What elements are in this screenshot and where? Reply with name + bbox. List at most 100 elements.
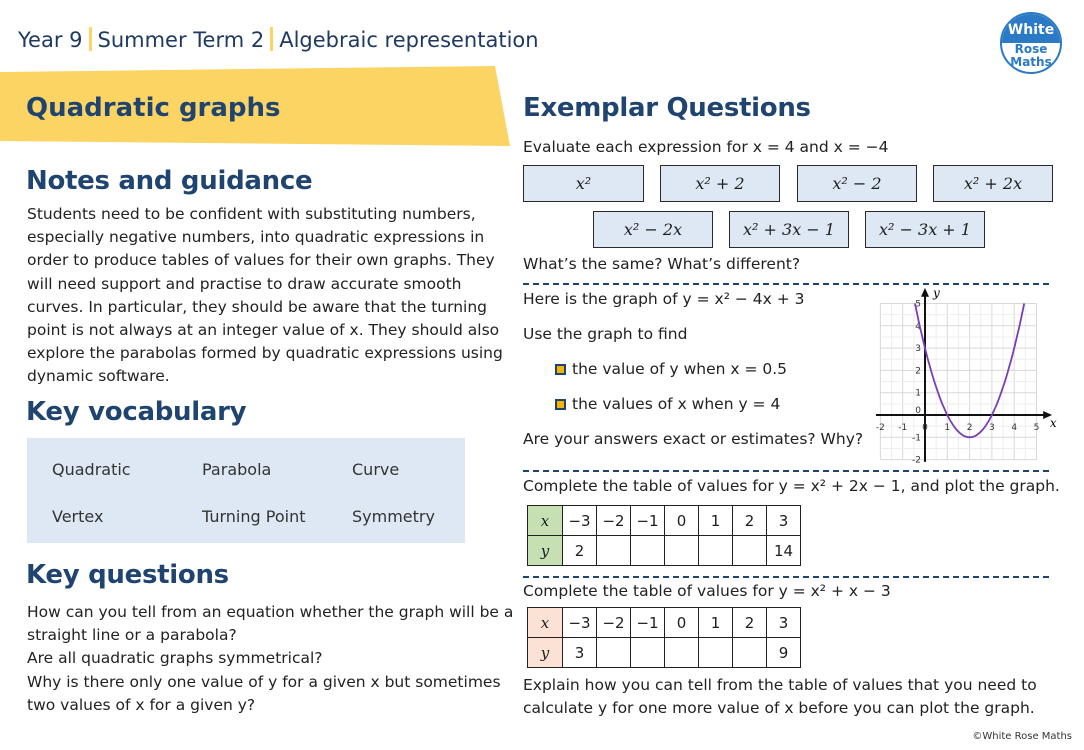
- questions-heading: Key questions: [26, 560, 229, 590]
- q2-bullet: the value of y when x = 0.5: [555, 360, 787, 378]
- origin-label: 0: [915, 406, 921, 416]
- divider: [88, 27, 92, 51]
- table-cell: 2: [562, 535, 597, 566]
- table-cell[interactable]: [596, 637, 631, 668]
- breadcrumb: Year 9 Summer Term 2 Algebraic representat…: [18, 27, 539, 52]
- table-row: y3 9: [527, 637, 801, 668]
- q4-explain: calculate y for one more value of x befo…: [523, 699, 1035, 717]
- table-row: x −3 −2 −1 0 1 2 3: [527, 505, 801, 536]
- questions-text: How can you tell from an equation whethe…: [27, 601, 513, 717]
- expression-box: x² − 3x + 1: [865, 211, 985, 248]
- table-cell[interactable]: [698, 637, 733, 668]
- table-cell: 9: [766, 637, 801, 668]
- table-cell: −2: [596, 505, 631, 536]
- table-cell: 1: [698, 505, 733, 536]
- divider: [270, 27, 274, 51]
- q2-prompt: Here is the graph of y = x² − 4x + 3: [523, 290, 805, 308]
- table-cell[interactable]: [664, 535, 699, 566]
- y-tick-label: -1: [912, 433, 921, 443]
- vocab-word: Quadratic: [52, 460, 131, 479]
- vocab-word: Vertex: [52, 507, 104, 526]
- table-cell[interactable]: [596, 535, 631, 566]
- x-tick-label: -2: [876, 423, 885, 433]
- q2-use: Use the graph to find: [523, 325, 688, 343]
- vocab-word: Turning Point: [202, 507, 306, 526]
- logo-text-bottom: Rose Maths: [1010, 42, 1052, 69]
- y-tick-label: -2: [912, 456, 921, 466]
- q4-prompt: Complete the table of values for y = x² …: [523, 582, 891, 600]
- x-tick-label: 0: [922, 423, 928, 433]
- row-header: y: [527, 637, 563, 668]
- term: Summer Term 2: [97, 28, 265, 52]
- q1-follow: What’s the same? What’s different?: [523, 255, 801, 273]
- text-line: explore the parabolas formed by quadrati…: [27, 344, 503, 363]
- text-line: How can you tell from an equation whethe…: [27, 603, 514, 621]
- table-cell: 2: [732, 505, 767, 536]
- expression-box: x²: [523, 165, 644, 202]
- text-line: point is not always at an integer value …: [27, 321, 500, 340]
- table-cell: 3: [562, 637, 597, 668]
- text-line: two values of x for a given y?: [27, 695, 256, 714]
- table-cell[interactable]: [630, 535, 665, 566]
- q1-prompt: Evaluate each expression for x = 4 and x…: [523, 138, 889, 156]
- row-header: y: [527, 535, 563, 566]
- y-axis-arrow: [921, 287, 929, 297]
- expression-box: x² − 2: [797, 165, 917, 202]
- text-line: Are all quadratic graphs symmetrical?: [27, 649, 323, 668]
- exemplar-heading: Exemplar Questions: [523, 93, 811, 123]
- table-cell: 3: [766, 607, 801, 638]
- x-tick-label: 1: [944, 423, 950, 433]
- text-line: especially negative numbers, into quadra…: [27, 228, 485, 247]
- expression-box: x² + 2x: [933, 165, 1053, 202]
- x-tick-label: 5: [1034, 423, 1040, 433]
- logo-text-top: White: [1002, 14, 1060, 43]
- table-cell: 3: [766, 505, 801, 536]
- values-table-1: x −3 −2 −1 0 1 2 3 y 2 14: [527, 505, 801, 566]
- values-table-2: x −3 −2 −1 0 1 2 3 y 3 9: [527, 607, 801, 668]
- expression-box: x² + 3x − 1: [729, 211, 849, 248]
- vocab-word: Parabola: [202, 460, 272, 479]
- table-cell: −1: [630, 607, 665, 638]
- vocab-word: Symmetry: [352, 507, 435, 526]
- text-line: Students need to be confident with subst…: [27, 205, 476, 223]
- table-cell: 0: [664, 505, 699, 536]
- vocab-heading: Key vocabulary: [26, 397, 247, 427]
- row-header: x: [527, 505, 563, 536]
- bullet-icon: [555, 399, 566, 410]
- text-line: dynamic software.: [27, 367, 170, 386]
- page-title: Quadratic graphs: [26, 93, 281, 123]
- divider: [523, 283, 1049, 285]
- table-row: x −3 −2 −1 0 1 2 3: [527, 607, 801, 638]
- expression-box: x² + 2: [660, 165, 780, 202]
- table-cell[interactable]: [630, 637, 665, 668]
- table-cell[interactable]: [732, 637, 767, 668]
- table-cell: −3: [562, 607, 597, 638]
- table-cell: 1: [698, 607, 733, 638]
- text-line: curves. In particular, they should be aw…: [27, 297, 487, 316]
- y-tick-label: 2: [915, 366, 921, 376]
- table-cell[interactable]: [698, 535, 733, 566]
- x-tick-label: 3: [989, 423, 995, 433]
- text-line: Why is there only one value of y for a g…: [27, 672, 501, 691]
- q3-prompt: Complete the table of values for y = x² …: [523, 477, 1060, 495]
- x-tick-label: 2: [967, 423, 973, 433]
- year: Year 9: [18, 28, 83, 52]
- vocab-box: Quadratic Parabola Curve Vertex Turning …: [27, 438, 465, 543]
- notes-heading: Notes and guidance: [26, 166, 313, 196]
- q2-follow: Are your answers exact or estimates? Why…: [523, 430, 864, 448]
- copyright: ©White Rose Maths: [972, 731, 1072, 742]
- table-cell[interactable]: [664, 637, 699, 668]
- table-cell: 14: [766, 535, 801, 566]
- divider: [523, 576, 1049, 578]
- x-tick-label: 4: [1011, 423, 1017, 433]
- text-line: straight line or a parabola?: [27, 626, 237, 645]
- table-cell: −1: [630, 505, 665, 536]
- y-tick-label: 3: [915, 344, 921, 354]
- x-tick-label: -1: [898, 423, 907, 433]
- notes-text: Students need to be confident with subst…: [27, 203, 503, 389]
- q2-bullet: the values of x when y = 4: [555, 395, 780, 413]
- table-cell[interactable]: [732, 535, 767, 566]
- unit: Algebraic representation: [279, 28, 539, 52]
- q4-explain: Explain how you can tell from the table …: [523, 676, 1037, 694]
- y-axis-label: y: [932, 286, 940, 300]
